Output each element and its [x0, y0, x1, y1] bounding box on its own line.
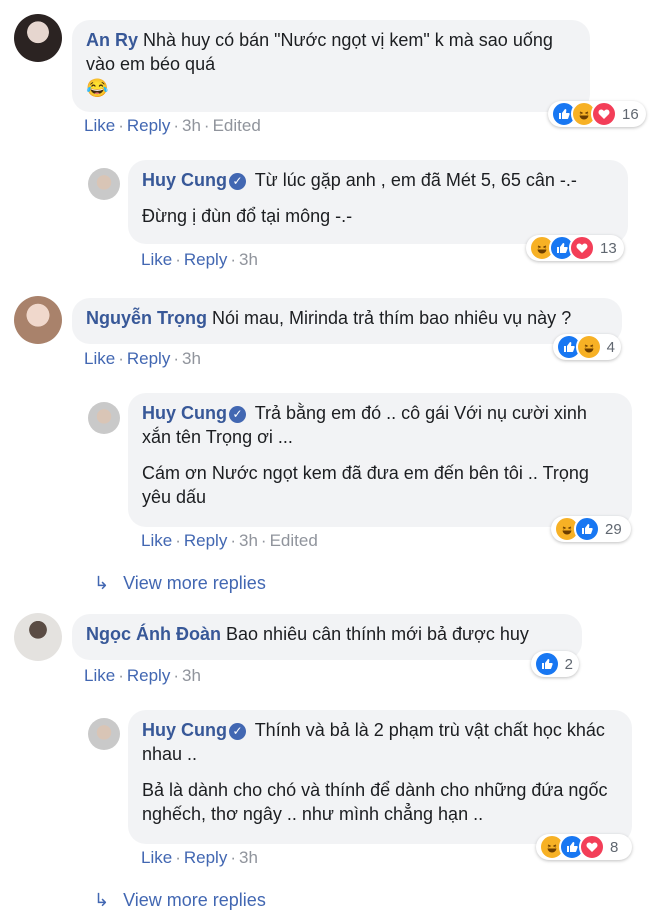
- view-more-label[interactable]: View more replies: [123, 573, 266, 593]
- timestamp[interactable]: 3h: [182, 116, 201, 135]
- reaction-summary[interactable]: 4: [553, 334, 621, 360]
- love-reaction-icon: [569, 235, 595, 261]
- separator: ·: [173, 666, 179, 685]
- view-more-label[interactable]: View more replies: [123, 890, 266, 910]
- comment-text: Nói mau, Mirinda trả thím bao nhiêu vụ n…: [212, 308, 572, 328]
- comment-text: Từ lúc gặp anh , em đã Mét 5, 65 cân -.-: [254, 170, 577, 190]
- separator: ·: [118, 666, 124, 685]
- verified-badge-icon: ✓: [229, 173, 246, 190]
- like-reaction-icon: [574, 516, 600, 542]
- avatar[interactable]: [14, 613, 62, 661]
- comment-bubble: Huy Cung ✓ Thính và bả là 2 phạm trù vật …: [128, 710, 632, 844]
- reaction-count: 4: [606, 338, 615, 356]
- avatar[interactable]: [14, 14, 62, 62]
- separator: ·: [173, 116, 179, 135]
- comment-actions: Like · Reply · 3h · Edited: [141, 531, 318, 551]
- like-link[interactable]: Like: [141, 531, 172, 550]
- reaction-summary[interactable]: 16: [548, 101, 646, 127]
- separator: ·: [173, 349, 179, 368]
- view-more-replies-link[interactable]: ↳ View more replies: [94, 573, 266, 594]
- reply-link[interactable]: Reply: [184, 848, 227, 867]
- reply-link[interactable]: Reply: [127, 116, 170, 135]
- comment-actions: Like · Reply · 3h: [84, 349, 201, 369]
- reaction-count: 2: [564, 655, 573, 673]
- timestamp[interactable]: 3h: [182, 666, 201, 685]
- commenter-name[interactable]: Ngọc Ánh Đoàn: [86, 624, 221, 644]
- separator: ·: [118, 349, 124, 368]
- comment-actions: Like · Reply · 3h: [141, 250, 258, 270]
- view-more-replies-link[interactable]: ↳ View more replies: [94, 890, 266, 911]
- reaction-count: 8: [610, 838, 619, 856]
- reply-link[interactable]: Reply: [184, 250, 227, 269]
- reply-arrow-icon: ↳: [94, 573, 110, 593]
- reaction-summary[interactable]: 13: [526, 235, 624, 261]
- like-link[interactable]: Like: [84, 116, 115, 135]
- avatar[interactable]: [14, 296, 62, 344]
- separator: ·: [175, 250, 181, 269]
- comment-text: Cám ơn Nước ngọt kem đã đưa em đến bên t…: [142, 463, 589, 507]
- comment-text: Bả là dành cho chó và thính để dành cho …: [142, 780, 608, 824]
- comment-text: Đừng ị đùn đổ tại mông -.-: [142, 206, 353, 226]
- timestamp[interactable]: 3h: [182, 349, 201, 368]
- separator: ·: [260, 531, 267, 550]
- separator: ·: [230, 250, 236, 269]
- reaction-summary[interactable]: 29: [551, 516, 631, 542]
- commenter-name[interactable]: An Ry: [86, 30, 138, 50]
- reaction-count: 16: [622, 105, 639, 123]
- timestamp[interactable]: 3h: [239, 531, 258, 550]
- like-link[interactable]: Like: [84, 349, 115, 368]
- reaction-summary[interactable]: 2: [531, 651, 579, 677]
- love-reaction-icon: [591, 101, 617, 127]
- reply-link[interactable]: Reply: [184, 531, 227, 550]
- haha-reaction-icon: [575, 334, 602, 360]
- reply-link[interactable]: Reply: [127, 666, 170, 685]
- reaction-summary[interactable]: 8: [536, 834, 632, 860]
- emoji-laugh-icon: 😂: [86, 78, 109, 98]
- separator: ·: [230, 848, 236, 867]
- comment-bubble: An Ry Nhà huy có bán "Nước ngọt vị kem" …: [72, 20, 590, 112]
- like-reaction-icon: [534, 651, 560, 677]
- comment-actions: Like · Reply · 3h · Edited: [84, 116, 261, 136]
- comment-bubble: Huy Cung ✓ Trả bằng em đó .. cô gái Với n…: [128, 393, 632, 527]
- commenter-name[interactable]: Huy Cung: [142, 403, 227, 423]
- commenter-name[interactable]: Nguyễn Trọng: [86, 308, 207, 328]
- reaction-count: 29: [605, 520, 622, 538]
- like-link[interactable]: Like: [141, 250, 172, 269]
- comment-bubble: Huy Cung ✓ Từ lúc gặp anh , em đã Mét 5, …: [128, 160, 628, 244]
- verified-badge-icon: ✓: [229, 406, 246, 423]
- avatar[interactable]: [88, 718, 120, 750]
- separator: ·: [230, 531, 236, 550]
- verified-badge-icon: ✓: [229, 723, 246, 740]
- edited-label[interactable]: Edited: [270, 531, 318, 550]
- separator: ·: [203, 116, 210, 135]
- separator: ·: [175, 531, 181, 550]
- separator: ·: [118, 116, 124, 135]
- timestamp[interactable]: 3h: [239, 250, 258, 269]
- like-link[interactable]: Like: [84, 666, 115, 685]
- edited-label[interactable]: Edited: [213, 116, 261, 135]
- commenter-name[interactable]: Huy Cung: [142, 170, 227, 190]
- reply-arrow-icon: ↳: [94, 890, 110, 910]
- comment-text: Nhà huy có bán "Nước ngọt vị kem" k mà s…: [86, 30, 553, 74]
- comment-bubble: Nguyễn Trọng Nói mau, Mirinda trả thím b…: [72, 298, 622, 344]
- reaction-count: 13: [600, 239, 617, 257]
- separator: ·: [175, 848, 181, 867]
- love-reaction-icon: [579, 834, 605, 860]
- reply-link[interactable]: Reply: [127, 349, 170, 368]
- comment-text: Bao nhiêu cân thính mới bả được huy: [226, 624, 529, 644]
- like-link[interactable]: Like: [141, 848, 172, 867]
- comment-actions: Like · Reply · 3h: [84, 666, 201, 686]
- avatar[interactable]: [88, 402, 120, 434]
- commenter-name[interactable]: Huy Cung: [142, 720, 227, 740]
- avatar[interactable]: [88, 168, 120, 200]
- comment-actions: Like · Reply · 3h: [141, 848, 258, 868]
- timestamp[interactable]: 3h: [239, 848, 258, 867]
- comment-bubble: Ngọc Ánh Đoàn Bao nhiêu cân thính mới bả…: [72, 614, 582, 660]
